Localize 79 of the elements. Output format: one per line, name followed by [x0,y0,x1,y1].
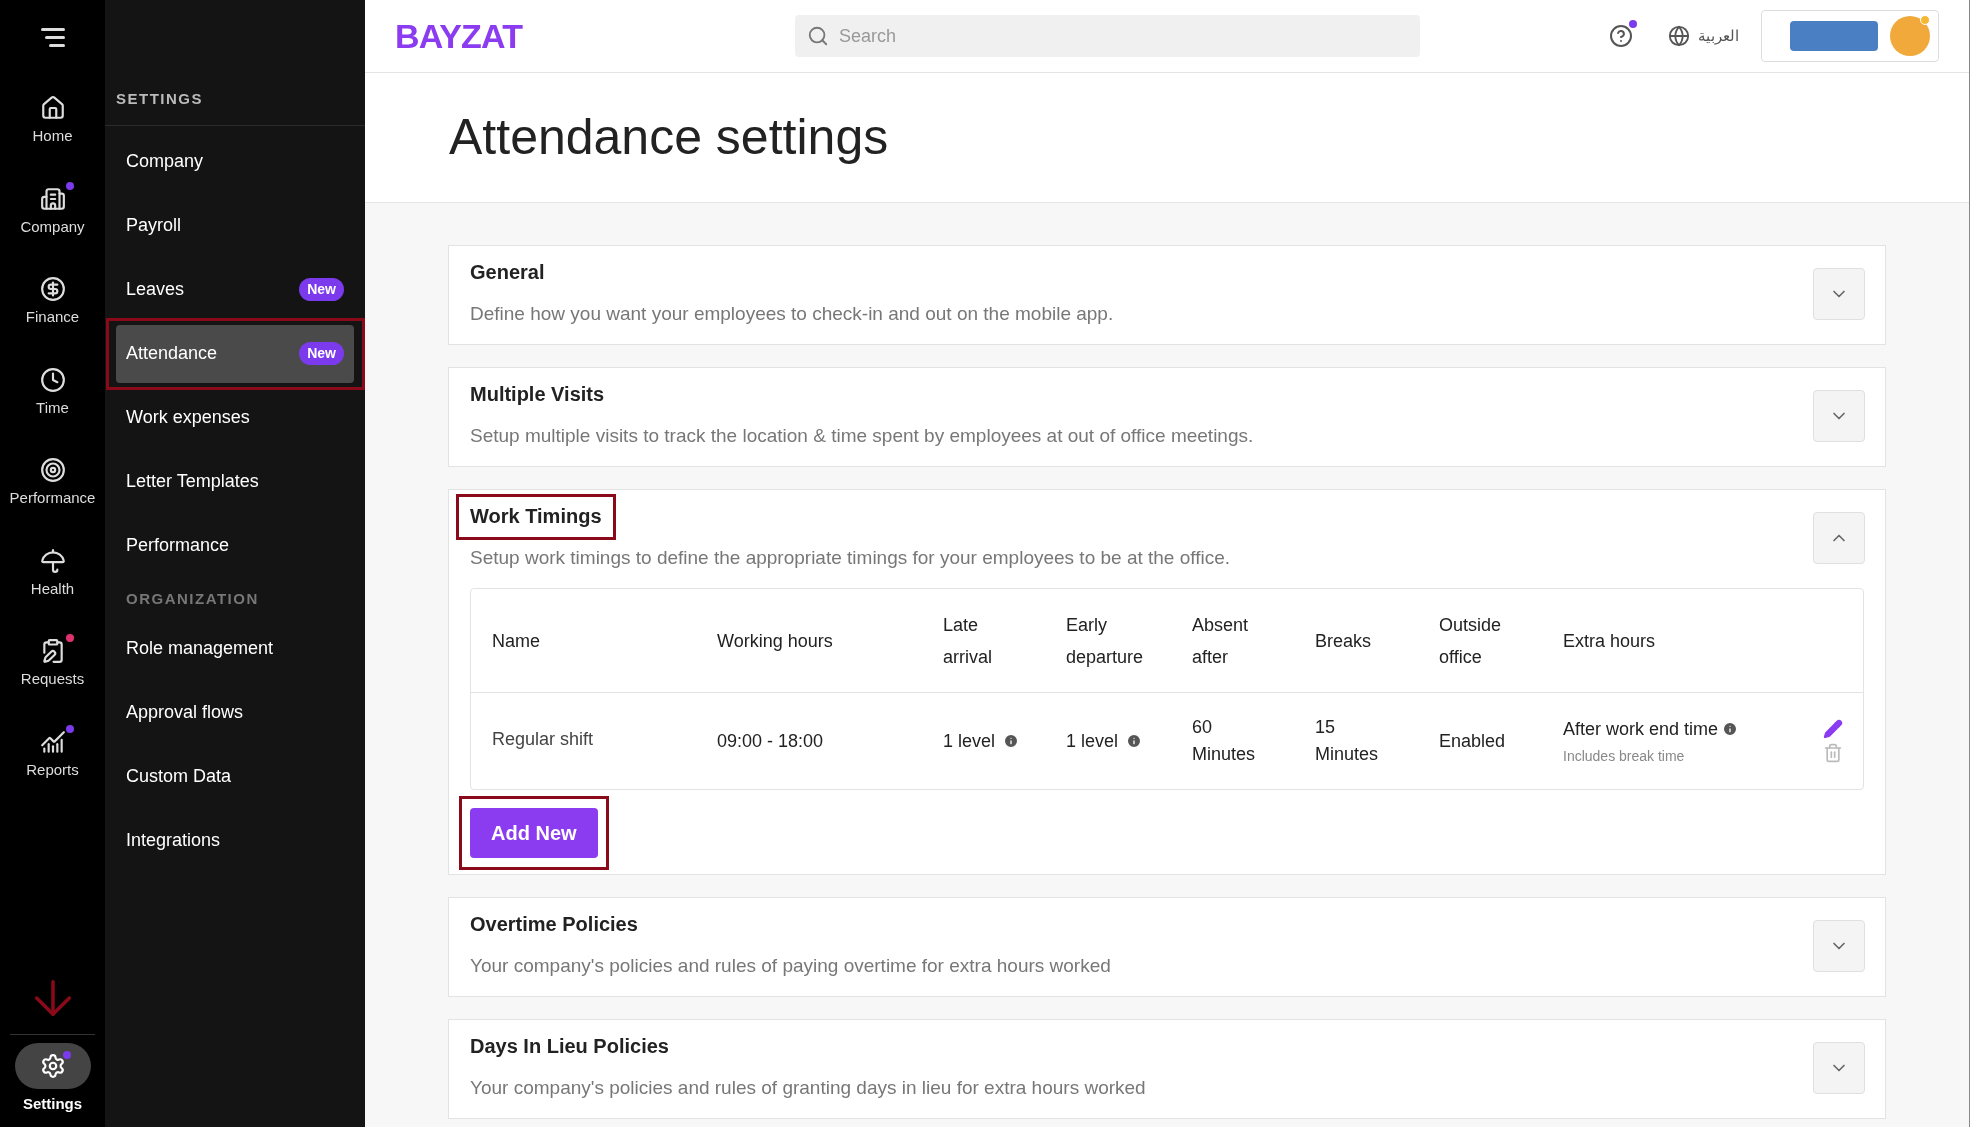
sidebar-heading: ORGANIZATION [125,588,260,609]
nav-rail-item[interactable]: Home [6,87,99,156]
cell-note: Includes break time [1563,746,1686,766]
new-badge: New [299,278,344,301]
table-cell-text: After work end time [1563,717,1719,741]
nav-rail-item[interactable]: Time [6,358,99,427]
expand-toggle[interactable] [1813,268,1865,320]
column-header: Name [492,629,541,653]
building-icon [39,185,66,212]
nav-rail-item[interactable]: Company [6,177,99,246]
section-title: Overtime Policies [470,913,638,935]
column-header: Breaks [1315,629,1373,653]
column-header: Late arrival [943,613,993,669]
menu-icon[interactable] [40,28,65,47]
dollar-icon [39,276,66,302]
target-icon [39,457,66,483]
logo[interactable]: BAYZAT [395,10,795,62]
sidebar-item[interactable]: Role management [116,619,354,677]
section-description: Define how you want your employees to check-in and out on the mobile app. [470,302,1114,326]
info-icon[interactable] [1003,733,1020,749]
nav-rail-item[interactable]: Performance [6,449,99,518]
search-icon [807,25,829,47]
clock-icon [39,366,66,393]
table-cell-text: Regular shift [492,727,595,751]
sidebar-item[interactable]: Leaves New [116,260,354,319]
search-field[interactable]: Search [795,15,1420,57]
settings-icon [39,1052,66,1079]
new-badge: New [299,342,344,365]
add-new-button[interactable]: Add New [470,808,598,858]
sidebar-heading: SETTINGS [105,88,365,126]
expand-toggle[interactable] [1813,390,1865,442]
nav-rail-item[interactable]: Finance [6,268,99,337]
avatar [1890,16,1930,56]
table-cell-text: 1 level [943,729,996,753]
table-cell-text: 60 Minutes [1192,716,1257,766]
umbrella-icon [39,547,66,574]
nav-rail-item[interactable]: Health [6,539,99,608]
section-title: Work Timings [470,505,602,527]
section-description: Your company's policies and rules of granting days in lieu for extra hours worked [470,1076,1146,1100]
section-title: Multiple Visits [470,383,605,405]
sidebar-item[interactable]: Custom Data [116,747,354,805]
expand-toggle[interactable] [1813,512,1865,564]
settings-label: Settings [22,1093,83,1114]
column-header: Absent after [1192,613,1250,669]
column-header: Working hours [717,629,834,653]
column-header: Early departure [1066,613,1145,669]
info-icon[interactable] [1722,721,1739,737]
table-cell-text: 09:00 - 18:00 [717,729,825,753]
sidebar-item[interactable]: Payroll [116,196,354,255]
sidebar-item[interactable]: Integrations [116,811,354,869]
sidebar-item[interactable]: Performance [116,516,354,575]
info-icon[interactable] [1126,733,1143,749]
chart-icon [39,728,66,755]
section-description: Your company's policies and rules of paying overtime for extra hours worked [470,954,1111,978]
sidebar-item[interactable]: Work expenses [116,388,354,447]
home-icon [39,95,66,121]
nav-rail-item[interactable]: Reports [6,720,99,789]
profile-button[interactable] [1761,10,1939,62]
sidebar-item[interactable]: Letter Templates [116,452,354,511]
globe-icon[interactable] [1668,25,1690,47]
section-description: Setup multiple visits to track the location & time spent by employees at out of office meetings. [470,424,1254,448]
page-title: Attendance settings [449,108,889,167]
column-header: Outside office [1439,613,1503,669]
section-description: Setup work timings to define the appropriate timings for your employees to be at the office. [470,546,1231,570]
section-title: Days In Lieu Policies [470,1035,669,1057]
expand-toggle[interactable] [1813,1042,1865,1094]
settings-button[interactable] [14,1042,91,1089]
edit-icon[interactable] [1823,719,1843,739]
column-header: Extra hours [1563,629,1657,653]
sidebar-item[interactable]: Company [116,132,354,191]
language-link[interactable]: العربية [1698,24,1739,48]
table-cell-text: 15 Minutes [1315,716,1380,766]
nav-rail-item[interactable]: Requests [6,630,99,699]
sidebar-item[interactable]: Approval flows [116,683,354,741]
table-cell-text: Enabled [1439,729,1507,753]
sidebar-item[interactable]: Attendance New [116,324,354,383]
table-cell-text: 1 level [1066,729,1119,753]
expand-toggle[interactable] [1813,920,1865,972]
section-title: General [470,261,545,283]
